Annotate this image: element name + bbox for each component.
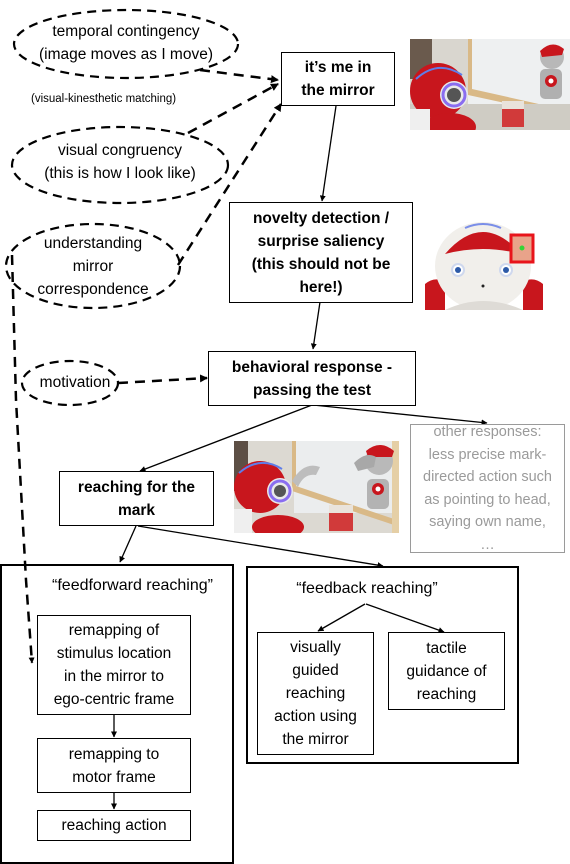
node-reaching-action-label: reaching action: [61, 817, 167, 834]
node-behavioral-response: behavioral response - passing the test: [208, 351, 416, 406]
node-its-me-in-mirror: it’s me in the mirror: [281, 52, 395, 106]
node-novelty-label: novelty detection / surprise saliency (t…: [251, 209, 391, 296]
node-other-responses: other responses: less precise mark- dire…: [410, 424, 565, 553]
node-tactile-guidance-label: tactile guidance of reaching: [406, 639, 487, 703]
node-remapping-motor-label: remapping to motor frame: [68, 745, 160, 786]
arrow-temporal-to-its-me: [199, 68, 279, 84]
node-visually-guided: visually guided reaching action using th…: [257, 632, 374, 755]
node-tactile-guidance: tactile guidance of reaching: [388, 632, 505, 710]
group-feedforward-label: “feedforward reaching”: [52, 577, 213, 594]
arrow-novelty-to-behavioral: [310, 301, 321, 350]
node-behavioral-label: behavioral response - passing the test: [231, 358, 393, 399]
node-reaching-action: reaching action: [37, 810, 191, 841]
node-remapping-stimulus: remapping of stimulus location in the mi…: [37, 615, 191, 715]
robot-reaching-photo: [234, 441, 399, 533]
arrow-visual-to-its-me: [187, 82, 279, 135]
group-feedback-label: “feedback reaching”: [296, 580, 438, 597]
robot-mirror-photo: [410, 39, 570, 130]
mark-dot: [519, 245, 525, 251]
node-remapping-stimulus-label: remapping of stimulus location in the mi…: [53, 622, 175, 708]
node-its-me-label: it’s me in the mirror: [301, 59, 375, 99]
robot-head-mark-photo: [425, 214, 543, 310]
motivation-text: motivation: [39, 374, 111, 391]
arrow-motivation-to-behavioral: [117, 374, 208, 385]
node-visually-guided-label: visually guided reaching action using th…: [274, 639, 357, 748]
node-other-responses-label: other responses: less precise mark- dire…: [423, 424, 552, 553]
temporal-contingency-text: temporal contingency (image moves as I m…: [39, 23, 213, 63]
node-novelty-detection: novelty detection / surprise saliency (t…: [229, 202, 413, 303]
node-remapping-motor: remapping to motor frame: [37, 738, 191, 793]
arrow-its-me-to-novelty: [319, 105, 337, 202]
visual-kinesthetic-note: (visual-kinesthetic matching): [31, 93, 177, 105]
visual-congruency-text: visual congruency (this is how I look li…: [44, 142, 196, 182]
understanding-text: understanding mirror correspondence: [37, 235, 149, 298]
arrow-reaching-to-feedforward: [119, 525, 137, 563]
node-reaching-for-mark-label: reaching for the mark: [77, 478, 196, 519]
node-reaching-for-mark: reaching for the mark: [59, 471, 214, 526]
